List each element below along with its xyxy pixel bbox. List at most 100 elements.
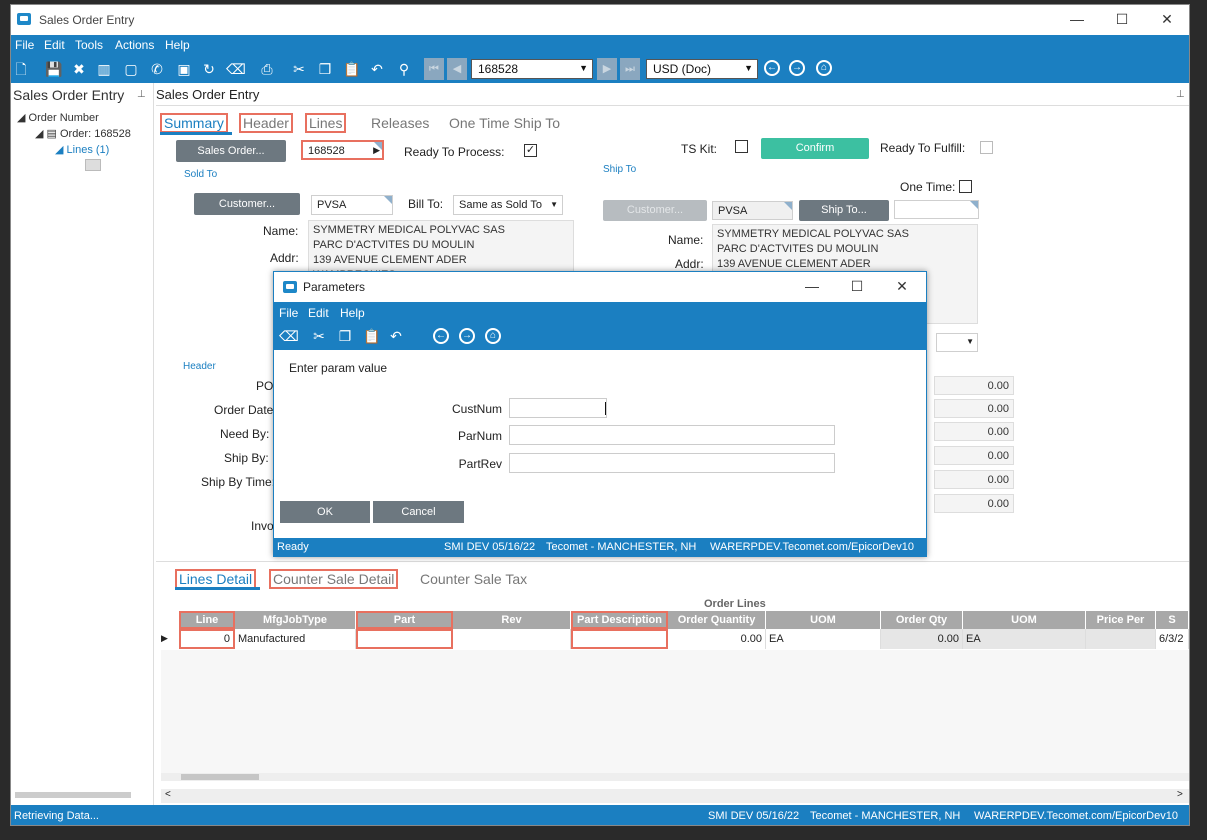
note-icon[interactable]: ▢ <box>123 61 139 77</box>
menu-actions[interactable]: Actions <box>115 38 154 52</box>
grid-scrollbar[interactable] <box>161 773 1189 781</box>
tab-one-time-ship-to[interactable]: One Time Ship To <box>447 115 562 131</box>
next-record-icon[interactable]: ▶ <box>597 58 617 80</box>
chevron-down-icon[interactable]: ▼ <box>579 63 588 73</box>
col-header-line[interactable]: Line <box>179 611 235 629</box>
cut-icon[interactable]: ✂ <box>311 328 327 344</box>
forward-icon[interactable]: → <box>459 328 475 344</box>
delete-icon[interactable]: ✖ <box>71 61 87 77</box>
dialog-minimize-button[interactable]: — <box>804 278 820 294</box>
copy-icon[interactable]: ❐ <box>317 61 333 77</box>
ts-kit-checkbox[interactable] <box>735 140 748 153</box>
chevron-right-icon[interactable]: ▶ <box>373 145 380 156</box>
pin-icon[interactable]: ⊥ <box>1176 89 1185 100</box>
first-record-icon[interactable]: ⏮ <box>424 58 444 80</box>
chevron-down-icon[interactable]: ▼ <box>966 337 974 346</box>
col-header-rev[interactable]: Rev <box>453 611 571 629</box>
clear-icon[interactable]: ⌫ <box>279 328 299 344</box>
back-icon[interactable]: ← <box>764 60 780 76</box>
tab-counter-sale-tax[interactable]: Counter Sale Tax <box>418 571 529 587</box>
attach-icon[interactable]: ▣ <box>176 61 192 77</box>
cell-order-quantity[interactable]: 0.00 <box>668 629 766 649</box>
row-selector-icon[interactable]: ▶ <box>161 633 168 644</box>
new-icon[interactable]: 🗋 <box>13 61 29 77</box>
cell-rev[interactable] <box>453 629 571 649</box>
ready-to-process-checkbox[interactable]: ✓ <box>524 144 537 157</box>
cell-line[interactable]: 0 <box>179 629 235 649</box>
custnum-input[interactable] <box>509 398 607 418</box>
col-header-part[interactable]: Part <box>356 611 453 629</box>
paste-icon[interactable]: 📋 <box>363 328 380 344</box>
dialog-close-button[interactable]: ✕ <box>894 278 910 294</box>
phone-icon[interactable]: ✆ <box>149 61 165 77</box>
confirm-button[interactable]: Confirm <box>761 138 869 159</box>
tab-lines-detail[interactable]: Lines Detail <box>175 569 257 589</box>
save-icon[interactable]: 💾 <box>45 61 62 77</box>
cell-ship[interactable]: 6/3/2 <box>1156 629 1189 649</box>
chevron-down-icon[interactable]: ▼ <box>744 63 753 73</box>
tab-counter-sale-detail[interactable]: Counter Sale Detail <box>269 569 399 589</box>
grid-scroll-thumb[interactable] <box>181 774 259 780</box>
partrev-input[interactable] <box>509 453 835 473</box>
print-icon[interactable]: ⎙ <box>259 61 275 77</box>
scroll-left-icon[interactable]: < <box>165 789 171 800</box>
pin-icon[interactable]: ⊥ <box>137 89 146 100</box>
binoculars-icon[interactable]: ⚲ <box>396 61 412 77</box>
menu-tools[interactable]: Tools <box>75 38 103 52</box>
shipto-customer-field[interactable]: PVSA <box>712 201 793 220</box>
cell-part[interactable] <box>356 629 453 649</box>
ship-to-field[interactable] <box>894 200 979 219</box>
customer-button[interactable]: Customer... <box>194 193 300 215</box>
col-header-part-description[interactable]: Part Description <box>571 611 668 629</box>
sales-order-button[interactable]: Sales Order... <box>176 140 286 162</box>
tree-scrollbar[interactable] <box>15 792 131 798</box>
menu-file[interactable]: File <box>15 38 34 52</box>
copy-icon[interactable]: ❐ <box>337 328 353 344</box>
parnum-input[interactable] <box>509 425 835 445</box>
maximize-button[interactable]: ☐ <box>1114 11 1130 27</box>
tab-releases[interactable]: Releases <box>369 115 431 131</box>
home-icon[interactable]: ⌂ <box>485 328 501 344</box>
ready-to-fulfill-checkbox[interactable] <box>980 141 993 154</box>
undo-icon[interactable]: ↶ <box>388 328 404 344</box>
tree-lines[interactable]: ◢ Lines (1) <box>55 143 109 156</box>
col-header-order-quantity[interactable]: Order Quantity <box>668 611 766 629</box>
close-button[interactable]: ✕ <box>1159 11 1175 27</box>
one-time-checkbox[interactable] <box>959 180 972 193</box>
cut-icon[interactable]: ✂ <box>291 61 307 77</box>
tab-lines[interactable]: Lines <box>305 113 347 133</box>
cancel-button[interactable]: Cancel <box>373 501 464 523</box>
customer-field[interactable]: PVSA <box>311 195 393 215</box>
col-header-uom[interactable]: UOM <box>766 611 881 629</box>
tab-header[interactable]: Header <box>239 113 293 133</box>
minimize-button[interactable]: — <box>1069 11 1085 27</box>
books-icon[interactable]: ▥ <box>96 61 112 77</box>
tree-root[interactable]: ◢ Order Number <box>17 111 99 124</box>
forward-icon[interactable]: → <box>789 60 805 76</box>
order-number-combo[interactable]: 168528 ▼ <box>471 59 593 79</box>
refresh-icon[interactable]: ↻ <box>201 61 217 77</box>
scroll-right-icon[interactable]: > <box>1177 789 1183 800</box>
sales-order-field[interactable]: 168528 ▶ <box>301 140 384 160</box>
ship-to-button[interactable]: Ship To... <box>799 200 889 221</box>
menu-help[interactable]: Help <box>165 38 190 52</box>
cell-part-description[interactable] <box>571 629 668 649</box>
tree-order[interactable]: ◢ ▤ Order: 168528 <box>35 127 131 140</box>
chevron-down-icon[interactable]: ▼ <box>550 200 558 209</box>
dialog-menu-edit[interactable]: Edit <box>308 306 329 320</box>
dialog-menu-file[interactable]: File <box>279 306 298 320</box>
col-header-mfgjobtype[interactable]: MfgJobType <box>235 611 356 629</box>
menu-edit[interactable]: Edit <box>44 38 65 52</box>
shipto-customer-button[interactable]: Customer... <box>603 200 707 221</box>
dialog-menu-help[interactable]: Help <box>340 306 365 320</box>
line-item-icon[interactable] <box>85 159 101 171</box>
col-header-uom-2[interactable]: UOM <box>963 611 1086 629</box>
paste-icon[interactable]: 📋 <box>343 61 360 77</box>
cell-mfgjobtype[interactable]: Manufactured <box>235 629 356 649</box>
col-header-ship[interactable]: S <box>1156 611 1189 629</box>
back-icon[interactable]: ← <box>433 328 449 344</box>
bill-to-combo[interactable]: Same as Sold To ▼ <box>453 195 563 215</box>
ok-button[interactable]: OK <box>280 501 370 523</box>
undo-icon[interactable]: ↶ <box>369 61 385 77</box>
currency-combo[interactable]: USD (Doc) ▼ <box>646 59 758 79</box>
